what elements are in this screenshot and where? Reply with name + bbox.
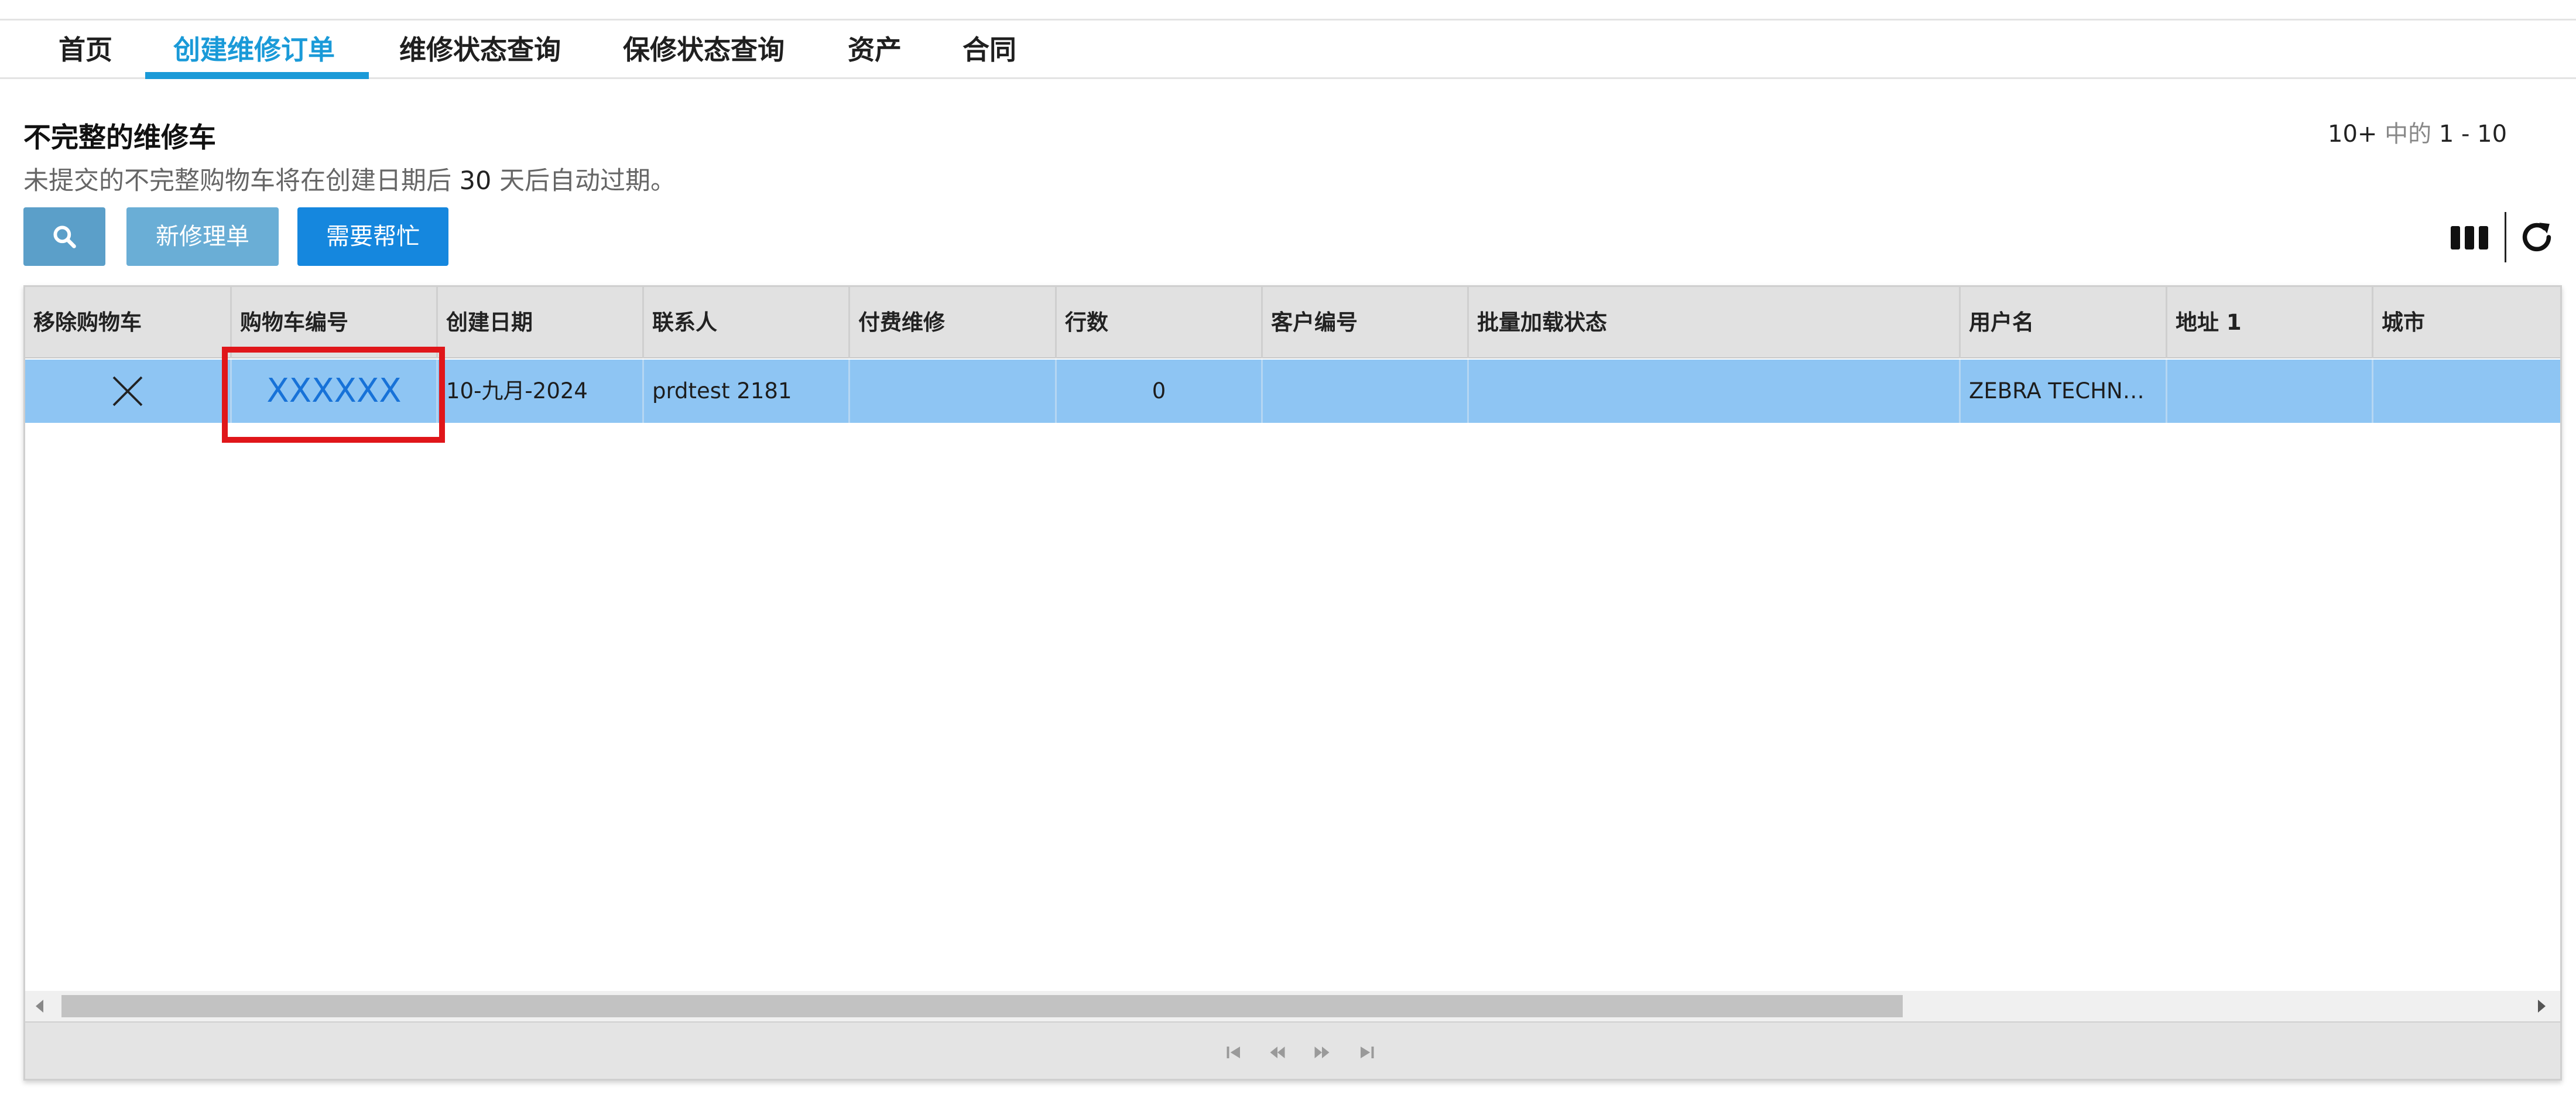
contact-cell: prdtest 2181 <box>644 360 850 423</box>
remove-cart-button[interactable] <box>25 360 232 423</box>
tab-home[interactable]: 首页 <box>59 20 112 79</box>
page-subtitle: 未提交的不完整购物车将在创建日期后 30 天后自动过期。 <box>23 160 676 197</box>
paid-repair-cell <box>850 360 1057 423</box>
line-count-cell: 0 <box>1057 360 1263 423</box>
previous-page-icon[interactable] <box>1269 1044 1286 1061</box>
column-header-city[interactable]: 城市 <box>2373 287 2560 358</box>
search-icon <box>53 225 76 248</box>
bulk-status-cell <box>1469 360 1961 423</box>
column-chooser-icon[interactable] <box>2451 220 2492 255</box>
username-cell: ZEBRA TECHNOLOGIES <box>1961 360 2167 423</box>
record-total: 10+ <box>2328 121 2378 148</box>
column-header-remove[interactable]: 移除购物车 <box>25 287 232 358</box>
column-header-paid-repair[interactable]: 付费维修 <box>850 287 1057 358</box>
scroll-left-icon[interactable] <box>36 1000 43 1013</box>
main-nav: 首页 创建维修订单 维修状态查询 保修状态查询 资产 合同 <box>0 20 2576 79</box>
tab-repair-status[interactable]: 维修状态查询 <box>399 20 561 79</box>
address1-cell <box>2167 360 2373 423</box>
record-middle: 中的 <box>2385 121 2432 148</box>
subtitle-after: 天后自动过期。 <box>499 166 676 196</box>
tab-assets[interactable]: 资产 <box>848 20 902 79</box>
column-header-bulk-status[interactable]: 批量加载状态 <box>1469 287 1961 358</box>
column-header-contact[interactable]: 联系人 <box>644 287 850 358</box>
column-header-customer-number[interactable]: 客户编号 <box>1263 287 1469 358</box>
close-icon <box>112 376 143 406</box>
horizontal-scrollbar[interactable] <box>25 991 2560 1021</box>
grid-pager <box>25 1021 2560 1079</box>
toolbar-divider <box>2505 212 2506 262</box>
cart-grid: 移除购物车 购物车编号 创建日期 联系人 付费维修 行数 客户编号 批量加载状态… <box>23 285 2562 1081</box>
scrollbar-thumb[interactable] <box>61 995 1903 1017</box>
tab-create-repair-order[interactable]: 创建维修订单 <box>173 20 335 79</box>
column-header-username[interactable]: 用户名 <box>1961 287 2167 358</box>
customer-number-cell <box>1263 360 1469 423</box>
page-title: 不完整的维修车 <box>23 122 216 154</box>
refresh-icon[interactable] <box>2516 217 2557 258</box>
help-button[interactable]: 需要帮忙 <box>297 207 448 266</box>
column-header-address1[interactable]: 地址 1 <box>2167 287 2373 358</box>
record-range: 1 - 10 <box>2438 121 2508 148</box>
scroll-right-icon[interactable] <box>2538 1000 2546 1013</box>
highlight-annotation <box>222 347 445 443</box>
next-page-icon[interactable] <box>1313 1044 1331 1061</box>
tab-contracts[interactable]: 合同 <box>962 20 1016 79</box>
city-cell <box>2373 360 2560 423</box>
column-header-line-count[interactable]: 行数 <box>1057 287 1263 358</box>
tab-warranty-status[interactable]: 保修状态查询 <box>623 20 785 79</box>
column-header-created-date[interactable]: 创建日期 <box>438 287 644 358</box>
new-repair-order-button[interactable]: 新修理单 <box>126 207 279 266</box>
created-date-cell: 10-九月-2024 <box>438 360 644 423</box>
first-page-icon[interactable] <box>1225 1044 1243 1061</box>
last-page-icon[interactable] <box>1358 1044 1375 1061</box>
search-button[interactable] <box>23 207 105 266</box>
record-count: 10+ 中的 1 - 10 <box>2328 115 2507 149</box>
active-tab-indicator <box>145 72 369 79</box>
subtitle-days: 30 <box>459 166 492 196</box>
subtitle-before: 未提交的不完整购物车将在创建日期后 <box>23 166 451 196</box>
